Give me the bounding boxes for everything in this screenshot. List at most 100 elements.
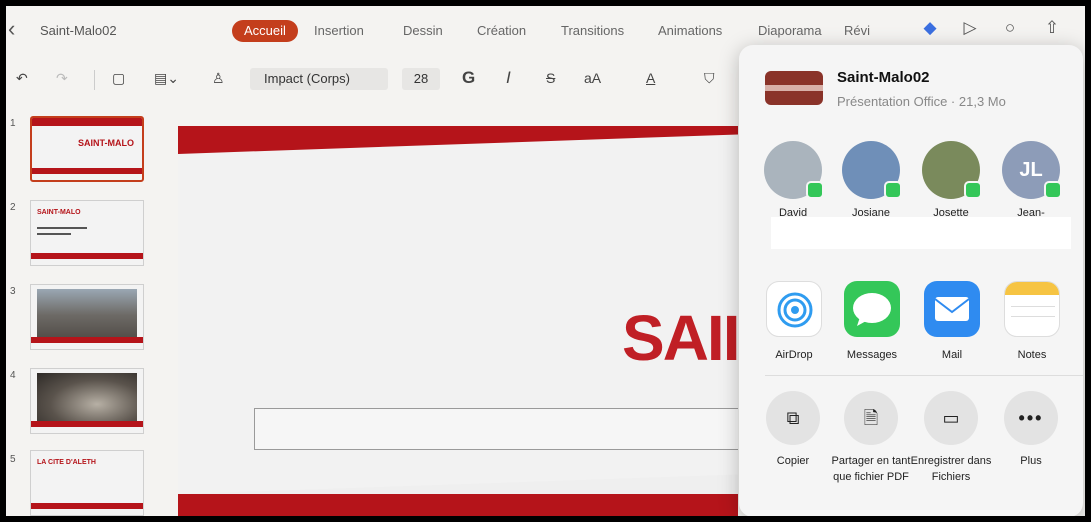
action-save-to-files[interactable]: ▭ Enregistrer dans Fichiers bbox=[909, 391, 993, 485]
avatar bbox=[842, 141, 902, 199]
more-icon: ••• bbox=[1004, 391, 1058, 445]
slide-thumbnails: 1 SAINT-MALO 2 SAINT-MALO 3 4 5 LA CITE … bbox=[6, 104, 156, 516]
copy-icon: ⧉ bbox=[766, 391, 820, 445]
action-label: Enregistrer dans Fichiers bbox=[910, 455, 992, 483]
share-airdrop[interactable]: AirDrop bbox=[759, 281, 829, 361]
thumb-bottom-band bbox=[32, 168, 142, 174]
slide-number: 1 bbox=[10, 118, 16, 129]
app-label: Notes bbox=[1017, 349, 1047, 361]
folder-icon: ▭ bbox=[924, 391, 978, 445]
contact-jean[interactable]: JL Jean- bbox=[999, 141, 1063, 219]
thumb-bottom-band bbox=[31, 337, 143, 343]
avatar bbox=[764, 141, 824, 199]
slide-number: 3 bbox=[10, 286, 16, 297]
action-label: Copier bbox=[776, 455, 810, 467]
tab-revision[interactable]: Révi bbox=[844, 20, 870, 42]
action-share-pdf[interactable]: 🗎 Partager en tant que fichier PDF bbox=[829, 391, 913, 485]
share-messages[interactable]: Messages bbox=[837, 281, 907, 361]
back-icon[interactable]: ‹ bbox=[8, 18, 22, 40]
format-painter-icon[interactable]: ♙ bbox=[212, 66, 225, 90]
tab-accueil[interactable]: Accueil bbox=[232, 20, 298, 42]
share-notes[interactable]: Notes bbox=[997, 281, 1067, 361]
thumb-text-line bbox=[37, 233, 71, 235]
undo-icon[interactable]: ↶ bbox=[16, 66, 28, 90]
strikethrough-button[interactable]: S bbox=[546, 66, 555, 90]
thumb-bottom-band bbox=[31, 421, 143, 427]
people-suggestions-strip bbox=[771, 217, 1071, 249]
change-case-button[interactable]: aA bbox=[584, 66, 601, 90]
slide-subtitle-placeholder[interactable] bbox=[254, 408, 738, 450]
ribbon-divider bbox=[94, 70, 95, 90]
messages-badge-icon bbox=[884, 181, 902, 199]
thumb-title: SAINT-MALO bbox=[78, 138, 134, 148]
redo-icon[interactable]: ↷ bbox=[56, 66, 68, 90]
tab-diaporama[interactable]: Diaporama bbox=[758, 20, 822, 42]
slide-number: 4 bbox=[10, 370, 16, 381]
thumb-bottom-band bbox=[31, 503, 143, 509]
bold-button[interactable]: G bbox=[462, 66, 475, 90]
slide-number: 2 bbox=[10, 202, 16, 213]
thumb-title: LA CITE D'ALETH bbox=[37, 459, 96, 466]
highlight-icon[interactable]: ⛉ bbox=[704, 66, 715, 90]
contact-josette[interactable]: Josette bbox=[919, 141, 983, 219]
slide-thumbnail-1[interactable]: SAINT-MALO bbox=[30, 116, 144, 182]
app-label: AirDrop bbox=[775, 349, 813, 361]
contact-david[interactable]: David bbox=[761, 141, 825, 219]
thumb-text-line bbox=[37, 227, 87, 229]
app-label: Messages bbox=[846, 349, 898, 361]
app-label: Mail bbox=[941, 349, 963, 361]
thumb-top-band bbox=[32, 118, 142, 126]
tab-transitions[interactable]: Transitions bbox=[561, 20, 624, 42]
slide-bottom-band bbox=[178, 494, 738, 516]
italic-button[interactable]: I bbox=[506, 66, 511, 90]
messages-icon bbox=[844, 281, 900, 337]
tab-dessin[interactable]: Dessin bbox=[403, 20, 443, 42]
pdf-icon: 🗎 bbox=[844, 391, 898, 445]
notes-line bbox=[1011, 306, 1055, 307]
share-icon[interactable]: ⇧ bbox=[1042, 18, 1062, 38]
notes-icon bbox=[1004, 281, 1060, 337]
slide-title[interactable]: SAII bbox=[622, 301, 738, 375]
mail-icon bbox=[924, 281, 980, 337]
airdrop-icon bbox=[766, 281, 822, 337]
slide-thumbnail-2[interactable]: SAINT-MALO bbox=[30, 200, 144, 266]
action-label: Plus bbox=[1020, 455, 1042, 467]
play-icon[interactable]: ▷ bbox=[960, 18, 980, 38]
thumb-photo bbox=[37, 373, 137, 425]
font-name-select[interactable]: Impact (Corps) bbox=[250, 68, 388, 90]
app-window: ‹ Saint-Malo02 Accueil Insertion Dessin … bbox=[0, 0, 1091, 522]
contact-josiane[interactable]: Josiane bbox=[839, 141, 903, 219]
notes-header bbox=[1005, 282, 1059, 295]
thumb-title: SAINT-MALO bbox=[37, 209, 81, 216]
sheet-divider bbox=[765, 375, 1083, 376]
slide-thumbnail-4[interactable] bbox=[30, 368, 144, 434]
share-document-title: Saint-Malo02 bbox=[837, 69, 930, 86]
font-size-select[interactable]: 28 bbox=[402, 68, 440, 90]
slide-canvas[interactable]: SAII bbox=[178, 126, 738, 516]
tab-insertion[interactable]: Insertion bbox=[314, 20, 364, 42]
font-color-icon[interactable]: A bbox=[646, 66, 655, 90]
thumb-bottom-band bbox=[31, 253, 143, 259]
search-icon[interactable]: ○ bbox=[1000, 18, 1020, 38]
messages-badge-icon bbox=[806, 181, 824, 199]
messages-badge-icon bbox=[1044, 181, 1062, 199]
share-mail[interactable]: Mail bbox=[917, 281, 987, 361]
action-label: Partager en tant que fichier PDF bbox=[831, 455, 911, 483]
copilot-icon[interactable]: ◆ bbox=[920, 18, 940, 38]
tab-animations[interactable]: Animations bbox=[658, 20, 722, 42]
avatar bbox=[922, 141, 982, 199]
slide-thumbnail-3[interactable] bbox=[30, 284, 144, 350]
avatar: JL bbox=[1002, 141, 1062, 199]
document-thumbnail bbox=[765, 71, 823, 105]
document-name[interactable]: Saint-Malo02 bbox=[40, 23, 117, 38]
tab-creation[interactable]: Création bbox=[477, 20, 526, 42]
layout-icon[interactable]: ▤⌄ bbox=[154, 66, 179, 90]
action-more[interactable]: ••• Plus bbox=[989, 391, 1073, 469]
slide-thumbnail-5[interactable]: LA CITE D'ALETH bbox=[30, 450, 144, 516]
action-copy[interactable]: ⧉ Copier bbox=[751, 391, 835, 469]
share-sheet: Saint-Malo02 Présentation Office · 21,3 … bbox=[739, 45, 1083, 516]
messages-badge-icon bbox=[964, 181, 982, 199]
share-document-subtitle: Présentation Office · 21,3 Mo bbox=[837, 94, 1006, 109]
new-slide-icon[interactable]: ▢ bbox=[112, 66, 125, 90]
thumb-stripe bbox=[765, 85, 823, 91]
